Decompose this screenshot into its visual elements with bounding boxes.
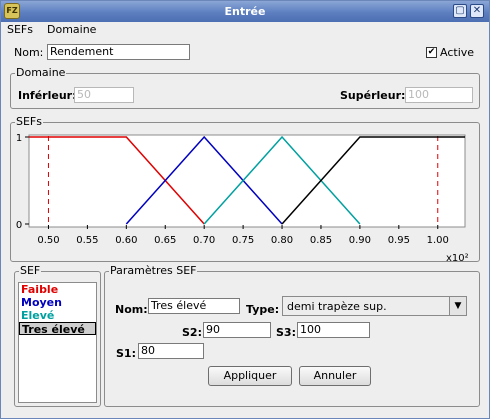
window: FZ Entrée ▢ ✕ SEFs Domaine Nom: Rendemen… — [0, 0, 490, 419]
sef-list[interactable]: Faible Moyen Elevé Tres élevé — [18, 282, 97, 403]
chart-plot-area — [28, 134, 466, 228]
x-tick-label: 0.75 — [232, 235, 254, 246]
param-type-label: Type: — [246, 303, 280, 316]
sef-title: SEF — [19, 264, 42, 277]
cancel-button[interactable]: Annuler — [299, 366, 371, 386]
params-title: Paramètres SEF — [109, 264, 198, 277]
x-tick-label: 0.85 — [310, 235, 332, 246]
s1-field[interactable]: 80 — [138, 343, 204, 359]
sef-item-tres-eleve[interactable]: Tres élevé — [19, 322, 96, 336]
sef-item-eleve[interactable]: Elevé — [19, 309, 96, 322]
s3-field[interactable]: 100 — [297, 322, 370, 338]
x-tick-label: 0.95 — [388, 235, 410, 246]
y-tick-label: 0 — [16, 220, 22, 231]
x-tick-label: 0.60 — [115, 235, 137, 246]
x-tick-label: 0.65 — [154, 235, 176, 246]
param-name-field[interactable]: Tres élevé — [148, 298, 240, 314]
sef-item-faible[interactable]: Faible — [19, 283, 96, 296]
s2-label: S2: — [182, 326, 202, 339]
s1-label: S1: — [116, 347, 136, 360]
chevron-down-icon[interactable]: ▼ — [449, 297, 466, 315]
type-combo-value: demi trapèze sup. — [287, 300, 387, 313]
params-group: Paramètres SEF — [104, 264, 480, 407]
apply-button[interactable]: Appliquer — [208, 366, 292, 386]
param-name-label: Nom: — [115, 303, 148, 316]
membership-chart: 0.50 0.55 0.60 0.65 0.70 0.75 0.80 0.85 0.90 0.95… — [16, 133, 469, 264]
type-combo[interactable]: demi trapèze sup. ▼ — [282, 296, 467, 316]
x-scale-note: x10² — [446, 253, 469, 264]
x-tick-label: 1.00 — [427, 235, 449, 246]
s2-field[interactable]: 90 — [203, 322, 271, 338]
x-tick-label: 0.80 — [271, 235, 293, 246]
x-tick-label: 0.90 — [349, 235, 371, 246]
x-tick-label: 0.50 — [37, 235, 59, 246]
sef-item-moyen[interactable]: Moyen — [19, 296, 96, 309]
x-tick-label: 0.55 — [76, 235, 98, 246]
y-tick-label: 1 — [16, 133, 22, 144]
x-tick-label: 0.70 — [193, 235, 215, 246]
s3-label: S3: — [276, 326, 296, 339]
